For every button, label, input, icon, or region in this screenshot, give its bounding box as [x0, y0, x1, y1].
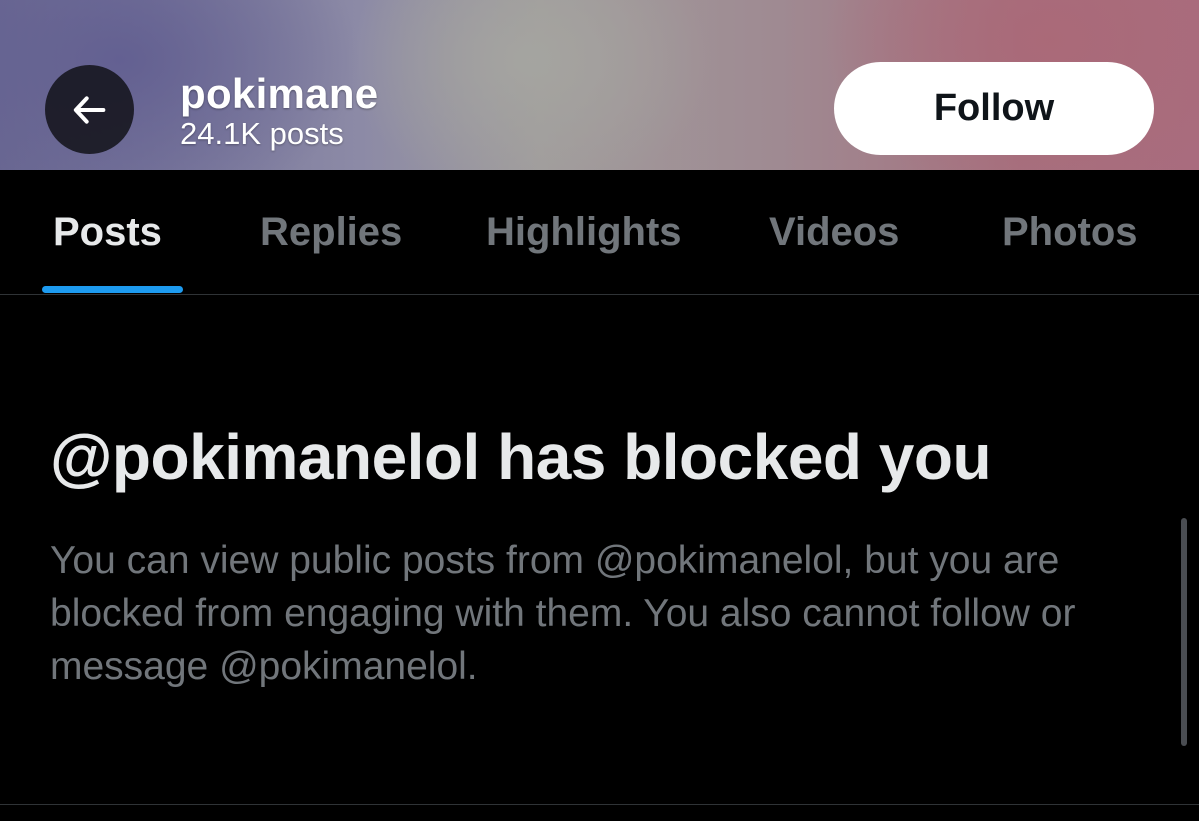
tab-highlights[interactable]: Highlights — [486, 210, 682, 255]
arrow-left-icon — [73, 95, 105, 124]
blocked-title: @pokimanelol has blocked you — [50, 421, 992, 493]
profile-tabs: Posts Replies Highlights Videos Photos — [0, 170, 1199, 294]
tabs-divider — [0, 294, 1199, 295]
tab-posts[interactable]: Posts — [53, 210, 162, 255]
scrollbar[interactable] — [1181, 518, 1187, 746]
profile-header-banner: pokimane 24.1K posts Follow — [0, 0, 1199, 170]
bottom-divider — [0, 804, 1199, 805]
active-tab-indicator — [42, 286, 183, 293]
tab-photos[interactable]: Photos — [1002, 210, 1138, 255]
tab-replies[interactable]: Replies — [260, 210, 402, 255]
profile-name: pokimane — [180, 70, 379, 117]
tab-videos[interactable]: Videos — [769, 210, 899, 255]
blocked-message: You can view public posts from @pokimane… — [50, 539, 1076, 688]
back-button[interactable] — [45, 65, 134, 154]
post-count: 24.1K posts — [180, 116, 344, 151]
follow-button[interactable]: Follow — [834, 62, 1154, 155]
